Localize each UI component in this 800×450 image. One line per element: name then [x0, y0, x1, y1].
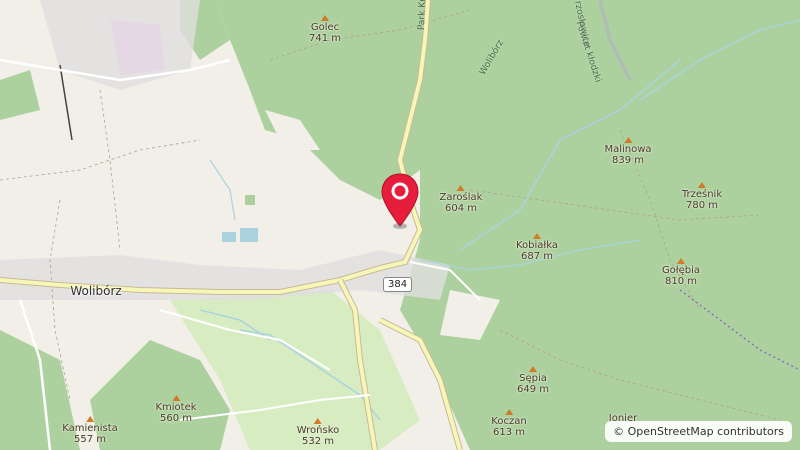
attribution[interactable]: © OpenStreetMap contributors — [605, 421, 792, 442]
peak-icon — [698, 182, 706, 188]
peak-icon — [457, 185, 465, 191]
peak-wronsko: Wrońsko 532 m — [297, 418, 339, 447]
peak-koczan: Koczan 613 m — [491, 409, 527, 438]
peak-icon — [172, 395, 180, 401]
ski-lift — [59, 64, 73, 141]
attribution-link[interactable]: OpenStreetMap contributors — [628, 425, 784, 438]
park-road-label: Park Kr… — [416, 0, 429, 31]
road-shield: 384 — [383, 277, 413, 292]
peak-icon — [623, 137, 632, 143]
peak-golebia: Gołębia 810 m — [662, 258, 700, 287]
footpath — [99, 89, 121, 251]
peak-kmiotek: Kmiotek 560 m — [155, 395, 197, 424]
peak-icon — [504, 409, 513, 415]
peak-icon — [528, 366, 537, 372]
copyright-symbol: © — [613, 425, 625, 438]
stream — [209, 159, 236, 221]
peak-golec: Golec 741 m — [309, 15, 341, 44]
peak-icon — [320, 15, 329, 21]
location-pin-icon[interactable] — [380, 172, 420, 230]
town-label: Wolibórz — [70, 284, 122, 298]
peak-kamienista: Kamienista 557 m — [62, 416, 118, 445]
peak-icon — [677, 258, 685, 264]
map-canvas[interactable]: Park Kr… Wolibórz Powiat kłodzki rzosłow… — [0, 0, 800, 450]
peak-icon — [86, 416, 94, 422]
peak-sepia: Sępia 649 m — [517, 366, 549, 395]
forest-area — [0, 70, 40, 120]
footpath — [0, 139, 201, 181]
peak-malinowa: Malinowa 839 m — [604, 137, 652, 166]
pond — [240, 228, 258, 242]
peak-icon — [533, 233, 541, 239]
pond — [222, 232, 236, 242]
peak-kobialka: Kobiałka 687 m — [516, 233, 558, 262]
peak-trzesnik: Trześnik 780 m — [682, 182, 722, 211]
pond — [245, 195, 255, 205]
peak-zaroslak: Zarośl­ak 604 m — [440, 185, 482, 214]
peak-icon — [314, 418, 322, 424]
